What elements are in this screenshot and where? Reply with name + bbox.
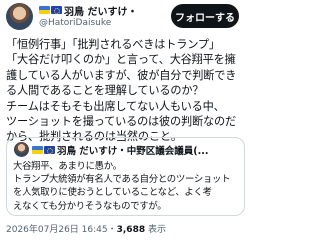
tweet-text-line: ツーショットを撮っているのは彼の判断なのだ bbox=[6, 114, 236, 128]
quoted-author-name-line: 羽鳥 だいすけ・中野区議会議員(... bbox=[32, 143, 209, 157]
tweet-text-line: チームはそもそも出席してない人もいる中、 bbox=[6, 99, 225, 113]
views-count: 3,688 bbox=[116, 225, 146, 235]
meta-separator: ・ bbox=[107, 225, 117, 235]
tweet-text-line: 「大谷だけ叩くのか」と言って、大谷翔平を擁 bbox=[6, 53, 236, 67]
tweet-text-line: 護している人がいますが、彼が自分で判断でき bbox=[6, 68, 237, 82]
tweet-header: 羽鳥 だいすけ・ @HatoriDaisuke フォローする bbox=[0, 0, 250, 34]
quoted-text-line: を人気取りに使おうとしていることなど、よく考 bbox=[13, 187, 212, 199]
quoted-author-name: 羽鳥 だいすけ・中野区議会議員(... bbox=[57, 145, 209, 157]
tweet-meta: 2026年07月26日 16:45・3,688 表示 bbox=[6, 222, 166, 235]
follow-button[interactable]: フォローする bbox=[171, 4, 239, 28]
tweet-text-line: る人間であることを理解しているのか？ bbox=[6, 84, 204, 98]
eu-flag-icon bbox=[51, 6, 62, 14]
quoted-author-avatar bbox=[14, 142, 29, 157]
quoted-text-line: えなくても分かりそうなものですが。 bbox=[13, 200, 167, 212]
tweet-text: 「恒例行事」「批判されるべきはトランプ」 「大谷だけ叩くのか」と言って、大谷翔平… bbox=[6, 37, 246, 145]
author-avatar[interactable] bbox=[6, 3, 33, 30]
author-name-line[interactable]: 羽鳥 だいすけ・ bbox=[39, 3, 137, 18]
author-display-name[interactable]: 羽鳥 だいすけ・ bbox=[64, 3, 137, 18]
quoted-tweet-card[interactable]: 羽鳥 だいすけ・中野区議会議員(... 大谷翔平、あまりに愚か。 トランプ大統領… bbox=[6, 137, 245, 216]
ukraine-flag-icon bbox=[32, 145, 43, 154]
quoted-tweet-text: 大谷翔平、あまりに愚か。 トランプ大統領が有名人である自分とのツーショット を人… bbox=[13, 160, 241, 213]
views-label: 表示 bbox=[145, 225, 166, 235]
author-handle[interactable]: @HatoriDaisuke bbox=[39, 18, 111, 28]
eu-flag-icon bbox=[44, 145, 55, 154]
ukraine-flag-icon bbox=[39, 6, 50, 14]
quoted-text-line: トランプ大統領が有名人である自分とのツーショット bbox=[13, 174, 231, 186]
tweet-text-line: 「恒例行事」「批判されるべきはトランプ」 bbox=[6, 38, 220, 51]
quoted-text-line: 大谷翔平、あまりに愚か。 bbox=[13, 161, 122, 172]
tweet-timestamp[interactable]: 2026年07月26日 16:45 bbox=[6, 225, 108, 235]
